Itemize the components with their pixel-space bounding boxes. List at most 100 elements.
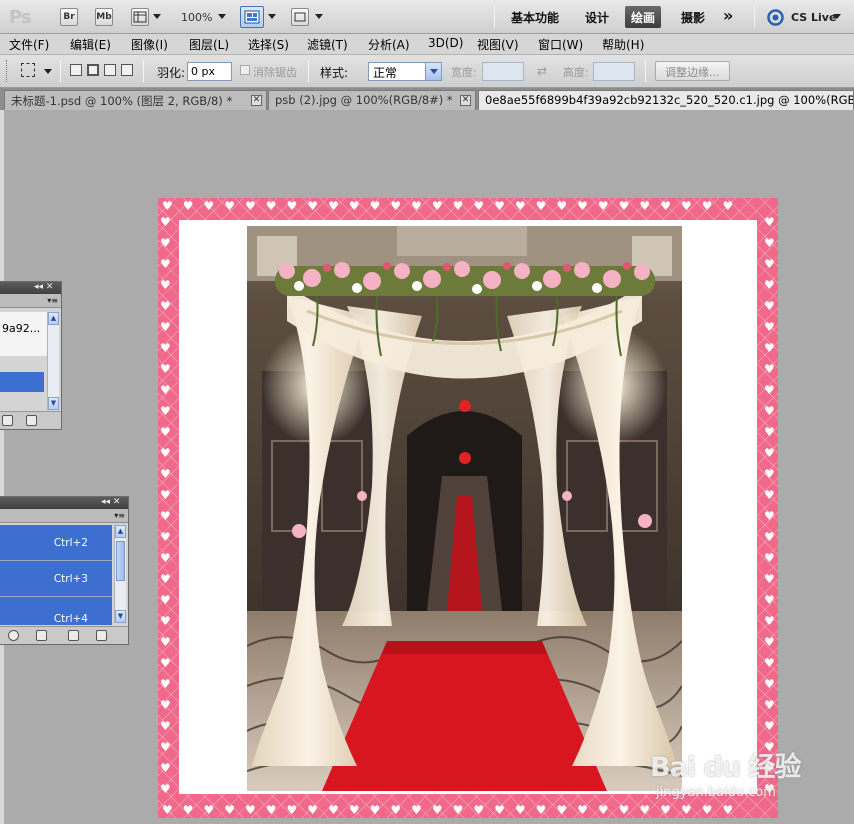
panel-footer xyxy=(0,626,128,644)
feather-label: 羽化: xyxy=(157,66,186,80)
bridge-button[interactable]: Br xyxy=(60,8,78,26)
more-workspaces-icon[interactable]: » xyxy=(723,6,733,25)
new-document-icon[interactable] xyxy=(2,415,13,426)
panel-scrollbar[interactable]: ▲ ▼ xyxy=(47,312,59,410)
screen-mode-icon[interactable] xyxy=(291,8,309,26)
new-channel-icon[interactable] xyxy=(68,630,79,641)
workspace-painting[interactable]: 绘画 xyxy=(625,6,662,28)
document-tabs: 未标题-1.psd @ 100% (图层 2, RGB/8) * ✕ psb (… xyxy=(0,88,854,110)
trash-icon[interactable] xyxy=(96,630,107,641)
height-label: 高度: xyxy=(563,66,589,79)
trash-icon[interactable] xyxy=(26,415,37,426)
heart-border-left: ♥♥♥♥♥♥♥♥♥♥♥♥♥♥♥♥♥♥♥♥♥♥♥♥♥♥♥♥ xyxy=(160,215,171,796)
rectangular-marquee-icon[interactable] xyxy=(21,63,35,77)
chevron-down-icon[interactable] xyxy=(833,14,841,19)
antialias-checkbox[interactable] xyxy=(240,65,250,75)
swap-icon[interactable]: ⇄ xyxy=(537,64,547,78)
view-extras-icon[interactable] xyxy=(131,8,149,26)
scroll-up-icon[interactable]: ▲ xyxy=(48,312,59,325)
photoshop-logo: Ps xyxy=(9,7,32,28)
mini-bridge-button[interactable]: Mb xyxy=(95,8,113,26)
menu-layer[interactable]: 图层(L) xyxy=(189,36,229,53)
watermark-url: jingyan.baidu.com xyxy=(656,785,776,800)
panel-titlebar[interactable]: ◂◂ ✕ xyxy=(0,282,61,294)
menu-view[interactable]: 视图(V) xyxy=(477,36,519,53)
divider xyxy=(60,60,61,82)
panel-scrollbar[interactable]: ▲ ▼ xyxy=(114,525,126,623)
baidu-jingyan-watermark: Bai du 经验 jingyan.baidu.com xyxy=(650,745,850,805)
scroll-down-icon[interactable]: ▼ xyxy=(48,397,59,410)
menu-image[interactable]: 图像(I) xyxy=(131,36,168,53)
heart-border-right: ♥♥♥♥♥♥♥♥♥♥♥♥♥♥♥♥♥♥♥♥♥♥♥♥♥♥♥♥ xyxy=(764,215,775,796)
panel-controls[interactable]: ◂◂ ✕ xyxy=(34,282,53,292)
tab-untitled-1[interactable]: 未标题-1.psd @ 100% (图层 2, RGB/8) * ✕ xyxy=(4,90,267,110)
width-input[interactable] xyxy=(482,62,524,81)
feather-input[interactable]: 0 px xyxy=(187,62,232,81)
menu-window[interactable]: 窗口(W) xyxy=(538,36,583,53)
scroll-down-icon[interactable]: ▼ xyxy=(115,610,126,623)
channel-row-blue[interactable]: Ctrl+4 xyxy=(0,597,112,625)
divider xyxy=(143,60,144,82)
style-select[interactable]: 正常 xyxy=(368,62,442,81)
cslive-button[interactable]: CS Live xyxy=(791,11,836,24)
tab-label: 0e8ae55f6899b4f39a92cb92132c_520_520.c1.… xyxy=(485,93,854,107)
options-bar: 羽化: 0 px 消除锯齿 样式: 正常 宽度: ⇄ 高度: 调整边缘... xyxy=(0,55,854,88)
style-label: 样式: xyxy=(320,66,349,80)
history-state-selected[interactable] xyxy=(0,372,44,392)
divider xyxy=(754,6,755,28)
channel-list: Ctrl+2 Ctrl+3 Ctrl+4 xyxy=(0,525,112,625)
new-selection-icon[interactable] xyxy=(70,64,82,76)
load-selection-icon[interactable] xyxy=(8,630,19,641)
history-snapshot-item[interactable]: 9a92... xyxy=(0,312,48,356)
history-snapshot-label: 9a92... xyxy=(2,322,41,335)
panel-menu-icon[interactable]: ▾≡ xyxy=(47,296,58,305)
workspace-design[interactable]: 设计 xyxy=(585,9,609,26)
scroll-up-icon[interactable]: ▲ xyxy=(115,525,126,538)
chevron-down-icon[interactable] xyxy=(44,69,52,74)
height-input[interactable] xyxy=(593,62,635,81)
panel-controls[interactable]: ◂◂ ✕ xyxy=(101,497,120,507)
scroll-thumb[interactable] xyxy=(116,541,125,581)
zoom-level[interactable]: 100% xyxy=(181,11,212,24)
width-label: 宽度: xyxy=(451,66,477,79)
add-to-selection-icon[interactable] xyxy=(87,64,99,76)
tab-psb-2[interactable]: psb (2).jpg @ 100%(RGB/8#) * ✕ xyxy=(268,90,476,110)
heart-border-top: ♥♥♥♥♥♥♥♥♥♥♥♥♥♥♥♥♥♥♥♥♥♥♥♥♥♥♥♥ xyxy=(162,200,744,212)
menu-select[interactable]: 选择(S) xyxy=(248,36,289,53)
menu-help[interactable]: 帮助(H) xyxy=(602,36,644,53)
intersect-selection-icon[interactable] xyxy=(121,64,133,76)
menu-edit[interactable]: 编辑(E) xyxy=(70,36,111,53)
subtract-selection-icon[interactable] xyxy=(104,64,116,76)
menu-file[interactable]: 文件(F) xyxy=(9,36,49,53)
menu-3d[interactable]: 3D(D) xyxy=(428,36,463,50)
channel-row-red[interactable]: Ctrl+2 xyxy=(0,525,112,561)
tab-wedding-image[interactable]: 0e8ae55f6899b4f39a92cb92132c_520_520.c1.… xyxy=(478,90,854,110)
divider xyxy=(308,60,309,82)
chevron-down-icon[interactable] xyxy=(315,14,323,19)
menu-filter[interactable]: 滤镜(T) xyxy=(307,36,348,53)
save-selection-icon[interactable] xyxy=(36,630,47,641)
panel-footer xyxy=(0,411,61,429)
chevron-down-icon[interactable] xyxy=(268,14,276,19)
workspace-essentials[interactable]: 基本功能 xyxy=(511,9,559,26)
chevron-down-icon[interactable] xyxy=(218,14,226,19)
watermark-logo-text: Bai du 经验 xyxy=(650,752,801,783)
heart-border-bottom: ♥♥♥♥♥♥♥♥♥♥♥♥♥♥♥♥♥♥♥♥♥♥♥♥♥♥♥♥ xyxy=(162,804,744,816)
divider xyxy=(645,60,646,82)
close-icon[interactable]: ✕ xyxy=(460,95,471,106)
refine-edge-button[interactable]: 调整边缘... xyxy=(655,61,730,81)
channel-row-green[interactable]: Ctrl+3 xyxy=(0,561,112,597)
panel-dock-edge xyxy=(0,110,4,824)
workspace-photography[interactable]: 摄影 xyxy=(681,9,705,26)
chevron-down-icon[interactable] xyxy=(153,14,161,19)
arrange-documents-icon[interactable] xyxy=(240,6,264,28)
divider xyxy=(494,6,495,28)
cslive-icon[interactable] xyxy=(767,9,784,26)
menu-analysis[interactable]: 分析(A) xyxy=(368,36,410,53)
panel-menu-icon[interactable]: ▾≡ xyxy=(114,511,125,520)
channels-panel: ◂◂ ✕ ▾≡ Ctrl+2 Ctrl+3 Ctrl+4 ▲ ▼ xyxy=(0,496,129,645)
close-icon[interactable]: ✕ xyxy=(251,95,262,106)
wedding-arch-photo xyxy=(247,226,682,791)
panel-titlebar[interactable]: ◂◂ ✕ xyxy=(0,497,128,509)
grip-handle[interactable] xyxy=(6,60,8,82)
